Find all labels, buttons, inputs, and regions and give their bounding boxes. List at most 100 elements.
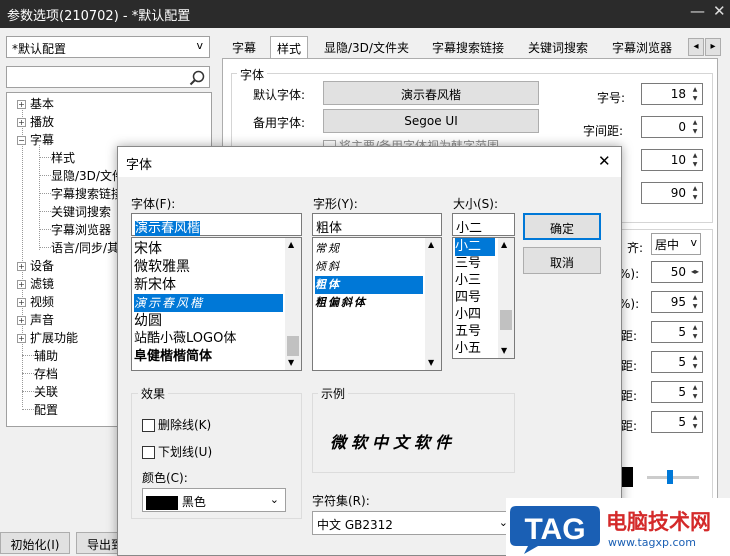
search-icon[interactable] xyxy=(189,70,205,86)
profile-select[interactable]: *默认配置 v xyxy=(6,36,210,58)
tree-item-audio[interactable]: + 声音 xyxy=(17,311,54,328)
tree-item-video[interactable]: + 视频 xyxy=(17,293,54,310)
tree-item-subtitles[interactable]: − 字幕 xyxy=(17,131,54,148)
list-item-selected[interactable]: 小二 xyxy=(455,238,495,256)
checkbox[interactable] xyxy=(142,419,155,432)
dialog-close-button[interactable]: ✕ xyxy=(598,152,611,170)
list-item-selected[interactable]: 演示春风楷 xyxy=(134,294,283,312)
dist-spinner-2[interactable]: 5 ▲ ▼ xyxy=(651,351,703,373)
strikeout-checkbox[interactable]: 删除线(K) xyxy=(142,416,211,433)
list-item[interactable]: 微软雅黑 xyxy=(134,258,190,276)
tree-item-style[interactable]: 样式 xyxy=(51,149,75,166)
opacity-slider[interactable] xyxy=(647,476,699,479)
window-title: 参数选项(210702) - *默认配置 xyxy=(7,9,191,24)
font-size-input[interactable]: 小二 xyxy=(452,213,515,236)
scrollbar[interactable]: ▲ ▼ xyxy=(425,238,441,370)
scrollbar[interactable]: ▲ ▼ xyxy=(285,238,301,370)
backup-font-button[interactable]: Segoe UI xyxy=(323,109,539,133)
list-item[interactable]: 小三 xyxy=(455,272,481,290)
color-select[interactable]: 黑色 ⌄ xyxy=(142,488,286,512)
tab-bar: 字幕 样式 显隐/3D/文件夹 字幕搜索链接 关键词搜索 字幕浏览器 ◂ ▸ xyxy=(222,36,730,59)
list-item[interactable]: 五号 xyxy=(455,323,481,341)
minimize-button[interactable]: — xyxy=(690,2,705,20)
tab-keyword-search[interactable]: 关键词搜索 xyxy=(522,36,594,58)
dist-spinner-1[interactable]: 5 ▲ ▼ xyxy=(651,321,703,343)
font-family-list[interactable]: 宋体 微软雅黑 新宋体 演示春风楷 幼圆 站酷小薇LOGO体 阜健楷楷简体 ▲ … xyxy=(131,237,302,371)
dist-spinner-4[interactable]: 5 ▲ ▼ xyxy=(651,411,703,433)
tree-item-config[interactable]: 配置 xyxy=(34,401,58,418)
tree-item-subtitle-browser[interactable]: 字幕浏览器 xyxy=(51,221,111,238)
color-swatch[interactable] xyxy=(621,467,633,487)
tab-subtitles[interactable]: 字幕 xyxy=(226,36,262,58)
tree-item-archive[interactable]: 存档 xyxy=(34,365,58,382)
export-button[interactable]: 导出到 xyxy=(76,532,118,554)
initialize-button[interactable]: 初始化(I) xyxy=(0,532,70,554)
font-style-input[interactable]: 粗体 xyxy=(312,213,442,236)
search-input[interactable] xyxy=(6,66,210,88)
list-item[interactable]: 宋体 xyxy=(134,240,162,258)
tab-subtitle-search-links[interactable]: 字幕搜索链接 xyxy=(426,36,510,58)
scrollbar[interactable]: ▲ ▼ xyxy=(498,238,514,358)
tree-item-association[interactable]: 关联 xyxy=(34,383,58,400)
list-item[interactable]: 小五 xyxy=(455,340,481,358)
default-font-button[interactable]: 演示春风楷 xyxy=(323,81,539,105)
tree-item-keyword-search[interactable]: 关键词搜索 xyxy=(51,203,111,220)
list-item[interactable]: 小四 xyxy=(455,306,481,324)
list-item[interactable]: 粗偏斜体 xyxy=(315,294,367,312)
expand-icon[interactable]: + xyxy=(17,316,26,325)
align-select[interactable]: 居中 v xyxy=(651,233,701,255)
list-item-selected[interactable]: 粗体 xyxy=(315,276,423,294)
list-item[interactable]: 倾斜 xyxy=(315,258,341,276)
list-item[interactable]: 常规 xyxy=(315,240,341,258)
tree-item-devices[interactable]: + 设备 xyxy=(17,257,54,274)
font-param-3-spinner[interactable]: 10 ▲ ▼ xyxy=(641,149,703,171)
tab-subtitle-browser[interactable]: 字幕浏览器 xyxy=(606,36,678,58)
letter-spacing-spinner[interactable]: 0 ▲ ▼ xyxy=(641,116,703,138)
list-item[interactable]: 阜健楷楷简体 xyxy=(134,348,212,366)
dist-spinner-3[interactable]: 5 ▲ ▼ xyxy=(651,381,703,403)
list-item[interactable]: 幼圆 xyxy=(134,312,162,330)
tree-item-subtitle-search-links[interactable]: 字幕搜索链接 xyxy=(51,185,123,202)
expand-icon[interactable]: + xyxy=(17,334,26,343)
checkbox[interactable] xyxy=(142,446,155,459)
chevron-down-icon: v xyxy=(196,39,203,52)
tree-item-filters[interactable]: + 滤镜 xyxy=(17,275,54,292)
spin-arrows-icon: ▲ ▼ xyxy=(692,354,698,370)
tree-item-playback[interactable]: + 播放 xyxy=(17,113,54,130)
chevron-down-icon: ⌄ xyxy=(269,493,279,506)
font-size-spinner[interactable]: 18 ▲ ▼ xyxy=(641,83,703,105)
ok-button[interactable]: 确定 xyxy=(523,213,601,240)
list-item[interactable]: 三号 xyxy=(455,255,481,273)
expand-icon[interactable]: + xyxy=(17,100,26,109)
font-size-list[interactable]: 小二 三号 小三 四号 小四 五号 小五 ▲ ▼ xyxy=(452,237,515,359)
charset-select[interactable]: 中文 GB2312 ⌄ xyxy=(312,511,515,535)
close-button[interactable]: ✕ xyxy=(713,2,726,20)
pct1-spinner[interactable]: 50 ◂▸ xyxy=(651,261,703,283)
tab-visibility[interactable]: 显隐/3D/文件夹 xyxy=(318,36,415,58)
list-item[interactable]: 新宋体 xyxy=(134,276,176,294)
cancel-button[interactable]: 取消 xyxy=(523,247,601,274)
font-family-input[interactable]: 演示春风楷 xyxy=(131,213,302,236)
list-item[interactable]: 四号 xyxy=(455,289,481,307)
tree-item-assist[interactable]: 辅助 xyxy=(34,347,58,364)
expand-icon[interactable]: + xyxy=(17,118,26,127)
tree-item-basic[interactable]: + 基本 xyxy=(17,95,54,112)
underline-checkbox[interactable]: 下划线(U) xyxy=(142,443,212,460)
tab-style[interactable]: 样式 xyxy=(270,36,309,59)
tab-prev-button[interactable]: ◂ xyxy=(688,38,704,56)
collapse-icon[interactable]: − xyxy=(17,136,26,145)
expand-icon[interactable]: + xyxy=(17,262,26,271)
watermark-site-name: 电脑技术网 xyxy=(606,510,711,534)
slider-thumb[interactable] xyxy=(667,470,673,484)
font-param-4-spinner[interactable]: 90 ▲ ▼ xyxy=(641,182,703,204)
tree-item-extensions[interactable]: + 扩展功能 xyxy=(17,329,78,346)
font-style-list[interactable]: 常规 倾斜 粗体 粗偏斜体 ▲ ▼ xyxy=(312,237,442,371)
font-family-label: 字体(F): xyxy=(131,197,176,211)
list-item[interactable]: 站酷小薇LOGO体 xyxy=(134,330,236,348)
tree-item-visibility[interactable]: 显隐/3D/文件 xyxy=(51,167,124,184)
expand-icon[interactable]: + xyxy=(17,280,26,289)
expand-icon[interactable]: + xyxy=(17,298,26,307)
pct2-spinner[interactable]: 95 ▲ ▼ xyxy=(651,291,703,313)
tab-next-button[interactable]: ▸ xyxy=(705,38,721,56)
font-group-title: 字体 xyxy=(237,66,268,83)
